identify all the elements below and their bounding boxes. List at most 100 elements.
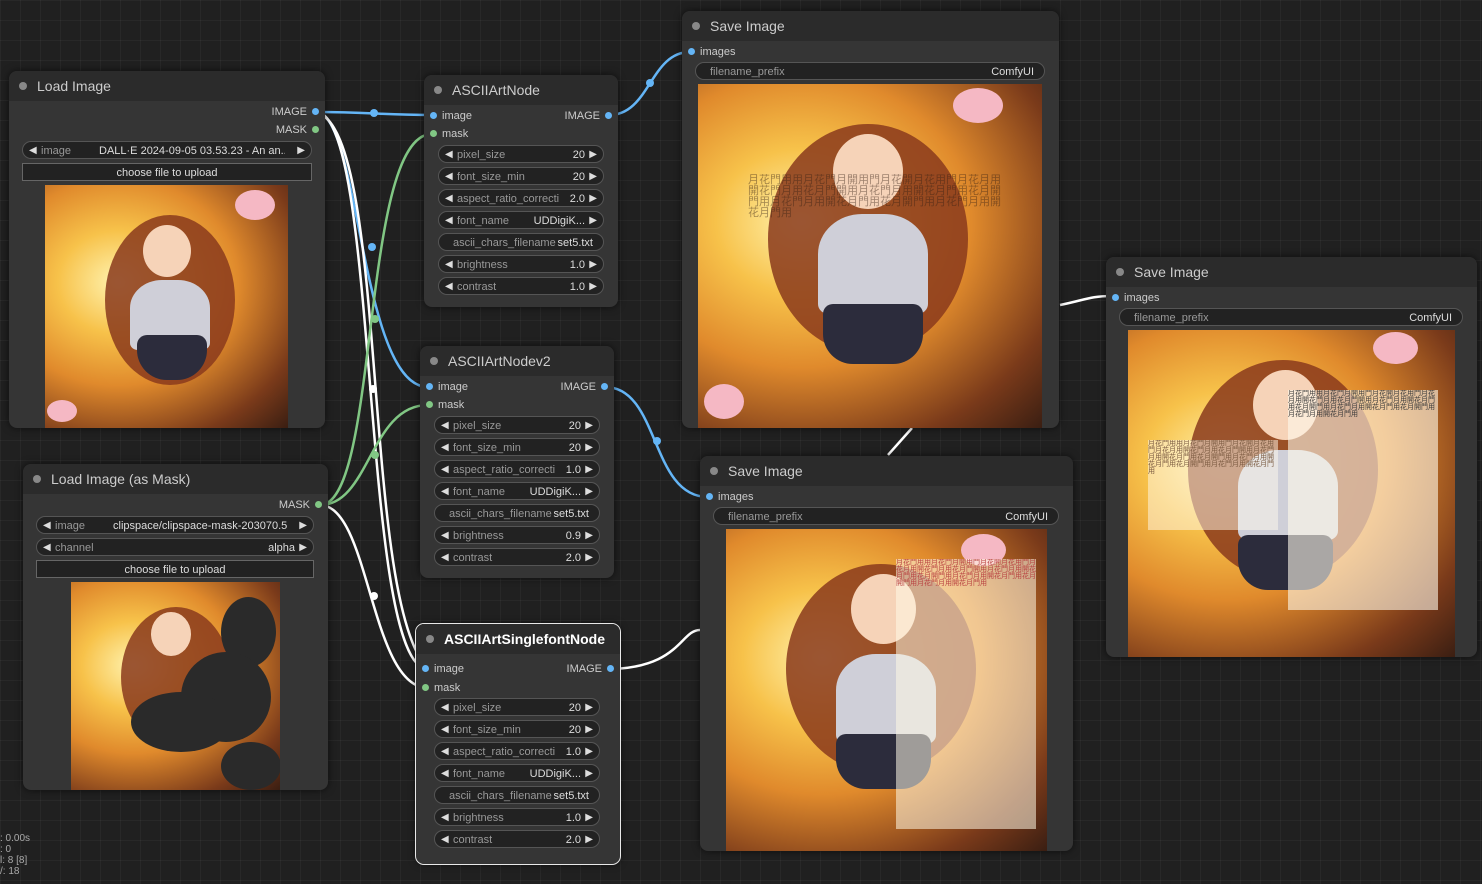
widget-ascii-chars-filename[interactable]: ascii_chars_filename set5.txt [434, 786, 600, 804]
collapse-dot-icon[interactable] [434, 86, 442, 94]
arrow-right-icon[interactable]: ▶ [589, 256, 597, 274]
arrow-right-icon[interactable]: ▶ [585, 831, 593, 849]
input-pin-icon[interactable] [706, 493, 713, 500]
save-image-node-2[interactable]: Save Image images filename_prefix ComfyU… [700, 456, 1073, 851]
input-pin-icon[interactable] [430, 130, 437, 137]
ascii-art-node-v2[interactable]: ASCIIArtNodev2 image IMAGE mask ◀ pixel_s… [420, 346, 614, 578]
input-image-slot[interactable]: image [416, 662, 464, 676]
widget-ascii-chars-filename[interactable]: ascii_chars_filename set5.txt [434, 504, 600, 522]
widget-contrast[interactable]: ◀ contrast 1.0 ▶ [438, 277, 604, 295]
widget-aspect-ratio-correcti[interactable]: ◀ aspect_ratio_correcti 1.0 ▶ [434, 742, 600, 760]
output-pin-icon[interactable] [312, 126, 319, 133]
arrow-left-icon[interactable]: ◀ [441, 439, 449, 457]
save-image-node-3[interactable]: Save Image images filename_prefix ComfyU… [1106, 257, 1477, 657]
widget-pixel-size[interactable]: ◀ pixel_size 20 ▶ [434, 416, 600, 434]
arrow-left-icon[interactable]: ◀ [445, 190, 453, 208]
output-mask-slot[interactable]: MASK [276, 123, 325, 137]
widget-font-size-min[interactable]: ◀ font_size_min 20 ▶ [438, 167, 604, 185]
node-title[interactable]: Load Image [9, 71, 325, 101]
widget-font-name[interactable]: ◀ font_name UDDigiK... ▶ [438, 211, 604, 229]
collapse-dot-icon[interactable] [1116, 268, 1124, 276]
node-title[interactable]: ASCIIArtSinglefontNode [416, 624, 620, 654]
input-images-slot[interactable]: images [700, 490, 753, 504]
arrow-left-icon[interactable]: ◀ [441, 831, 449, 849]
arrow-left-icon[interactable]: ◀ [441, 765, 449, 783]
arrow-right-icon[interactable]: ▶ [585, 439, 593, 457]
arrow-right-icon[interactable]: ▶ [585, 743, 593, 761]
ascii-art-node[interactable]: ASCIIArtNode image IMAGE mask ◀ pixel_siz… [424, 75, 618, 307]
output-pin-icon[interactable] [607, 665, 614, 672]
input-pin-icon[interactable] [426, 383, 433, 390]
widget-brightness[interactable]: ◀ brightness 1.0 ▶ [434, 808, 600, 826]
arrow-left-icon[interactable]: ◀ [441, 527, 449, 545]
output-pin-icon[interactable] [312, 108, 319, 115]
input-mask-slot[interactable]: mask [416, 681, 460, 695]
image-select-widget[interactable]: ◀ image clipspace/clipspace-mask-203070.… [36, 516, 314, 534]
image-select-widget[interactable]: ◀ image DALL·E 2024-09-05 03.53.23 - An … [22, 141, 312, 159]
save-image-node-1[interactable]: Save Image images filename_prefix ComfyU… [682, 11, 1059, 428]
widget-font-name[interactable]: ◀ font_name UDDigiK... ▶ [434, 764, 600, 782]
arrow-left-icon[interactable]: ◀ [445, 278, 453, 296]
node-title[interactable]: Save Image [700, 456, 1073, 486]
output-mask-slot[interactable]: MASK [279, 498, 328, 512]
arrow-left-icon[interactable]: ◀ [29, 142, 37, 160]
arrow-left-icon[interactable]: ◀ [445, 256, 453, 274]
arrow-left-icon[interactable]: ◀ [441, 743, 449, 761]
node-title[interactable]: Save Image [682, 11, 1059, 41]
widget-brightness[interactable]: ◀ brightness 1.0 ▶ [438, 255, 604, 273]
arrow-left-icon[interactable]: ◀ [441, 417, 449, 435]
arrow-right-icon[interactable]: ▶ [585, 765, 593, 783]
arrow-right-icon[interactable]: ▶ [585, 527, 593, 545]
collapse-dot-icon[interactable] [710, 467, 718, 475]
node-title[interactable]: Save Image [1106, 257, 1477, 287]
arrow-right-icon[interactable]: ▶ [585, 461, 593, 479]
node-title[interactable]: ASCIIArtNodev2 [420, 346, 614, 376]
widget-font-size-min[interactable]: ◀ font_size_min 20 ▶ [434, 720, 600, 738]
arrow-left-icon[interactable]: ◀ [43, 539, 51, 557]
input-pin-icon[interactable] [426, 401, 433, 408]
input-mask-slot[interactable]: mask [424, 127, 468, 141]
arrow-left-icon[interactable]: ◀ [445, 146, 453, 164]
collapse-dot-icon[interactable] [692, 22, 700, 30]
arrow-right-icon[interactable]: ▶ [589, 190, 597, 208]
arrow-right-icon[interactable]: ▶ [585, 417, 593, 435]
output-image-slot[interactable]: IMAGE [565, 109, 618, 123]
arrow-right-icon[interactable]: ▶ [299, 517, 307, 535]
arrow-left-icon[interactable]: ◀ [441, 809, 449, 827]
input-mask-slot[interactable]: mask [420, 398, 464, 412]
arrow-right-icon[interactable]: ▶ [585, 549, 593, 567]
widget-aspect-ratio-correcti[interactable]: ◀ aspect_ratio_correcti 2.0 ▶ [438, 189, 604, 207]
arrow-right-icon[interactable]: ▶ [589, 212, 597, 230]
arrow-right-icon[interactable]: ▶ [585, 809, 593, 827]
filename-prefix-widget[interactable]: filename_prefix ComfyUI [1119, 308, 1463, 326]
output-pin-icon[interactable] [605, 112, 612, 119]
arrow-right-icon[interactable]: ▶ [585, 483, 593, 501]
arrow-right-icon[interactable]: ▶ [585, 699, 593, 717]
load-image-node[interactable]: Load Image IMAGE MASK ◀ image DALL·E 202… [9, 71, 325, 428]
output-image-slot[interactable]: IMAGE [272, 105, 325, 119]
widget-font-name[interactable]: ◀ font_name UDDigiK... ▶ [434, 482, 600, 500]
input-pin-icon[interactable] [688, 48, 695, 55]
input-image-slot[interactable]: image [420, 380, 468, 394]
input-pin-icon[interactable] [1112, 294, 1119, 301]
arrow-left-icon[interactable]: ◀ [43, 517, 51, 535]
input-pin-icon[interactable] [422, 665, 429, 672]
collapse-dot-icon[interactable] [33, 475, 41, 483]
input-images-slot[interactable]: images [1106, 291, 1159, 305]
widget-font-size-min[interactable]: ◀ font_size_min 20 ▶ [434, 438, 600, 456]
output-image-slot[interactable]: IMAGE [567, 662, 620, 676]
ascii-art-singlefont-node[interactable]: ASCIIArtSinglefontNode image IMAGE mask … [415, 623, 621, 865]
widget-ascii-chars-filename[interactable]: ascii_chars_filename set5.txt [438, 233, 604, 251]
upload-button[interactable]: choose file to upload [36, 560, 314, 578]
widget-contrast[interactable]: ◀ contrast 2.0 ▶ [434, 830, 600, 848]
widget-contrast[interactable]: ◀ contrast 2.0 ▶ [434, 548, 600, 566]
arrow-left-icon[interactable]: ◀ [441, 699, 449, 717]
node-title[interactable]: ASCIIArtNode [424, 75, 618, 105]
input-pin-icon[interactable] [430, 112, 437, 119]
arrow-right-icon[interactable]: ▶ [589, 278, 597, 296]
arrow-left-icon[interactable]: ◀ [441, 549, 449, 567]
arrow-left-icon[interactable]: ◀ [441, 721, 449, 739]
channel-select-widget[interactable]: ◀ channel alpha ▶ [36, 538, 314, 556]
arrow-left-icon[interactable]: ◀ [445, 212, 453, 230]
widget-pixel-size[interactable]: ◀ pixel_size 20 ▶ [434, 698, 600, 716]
